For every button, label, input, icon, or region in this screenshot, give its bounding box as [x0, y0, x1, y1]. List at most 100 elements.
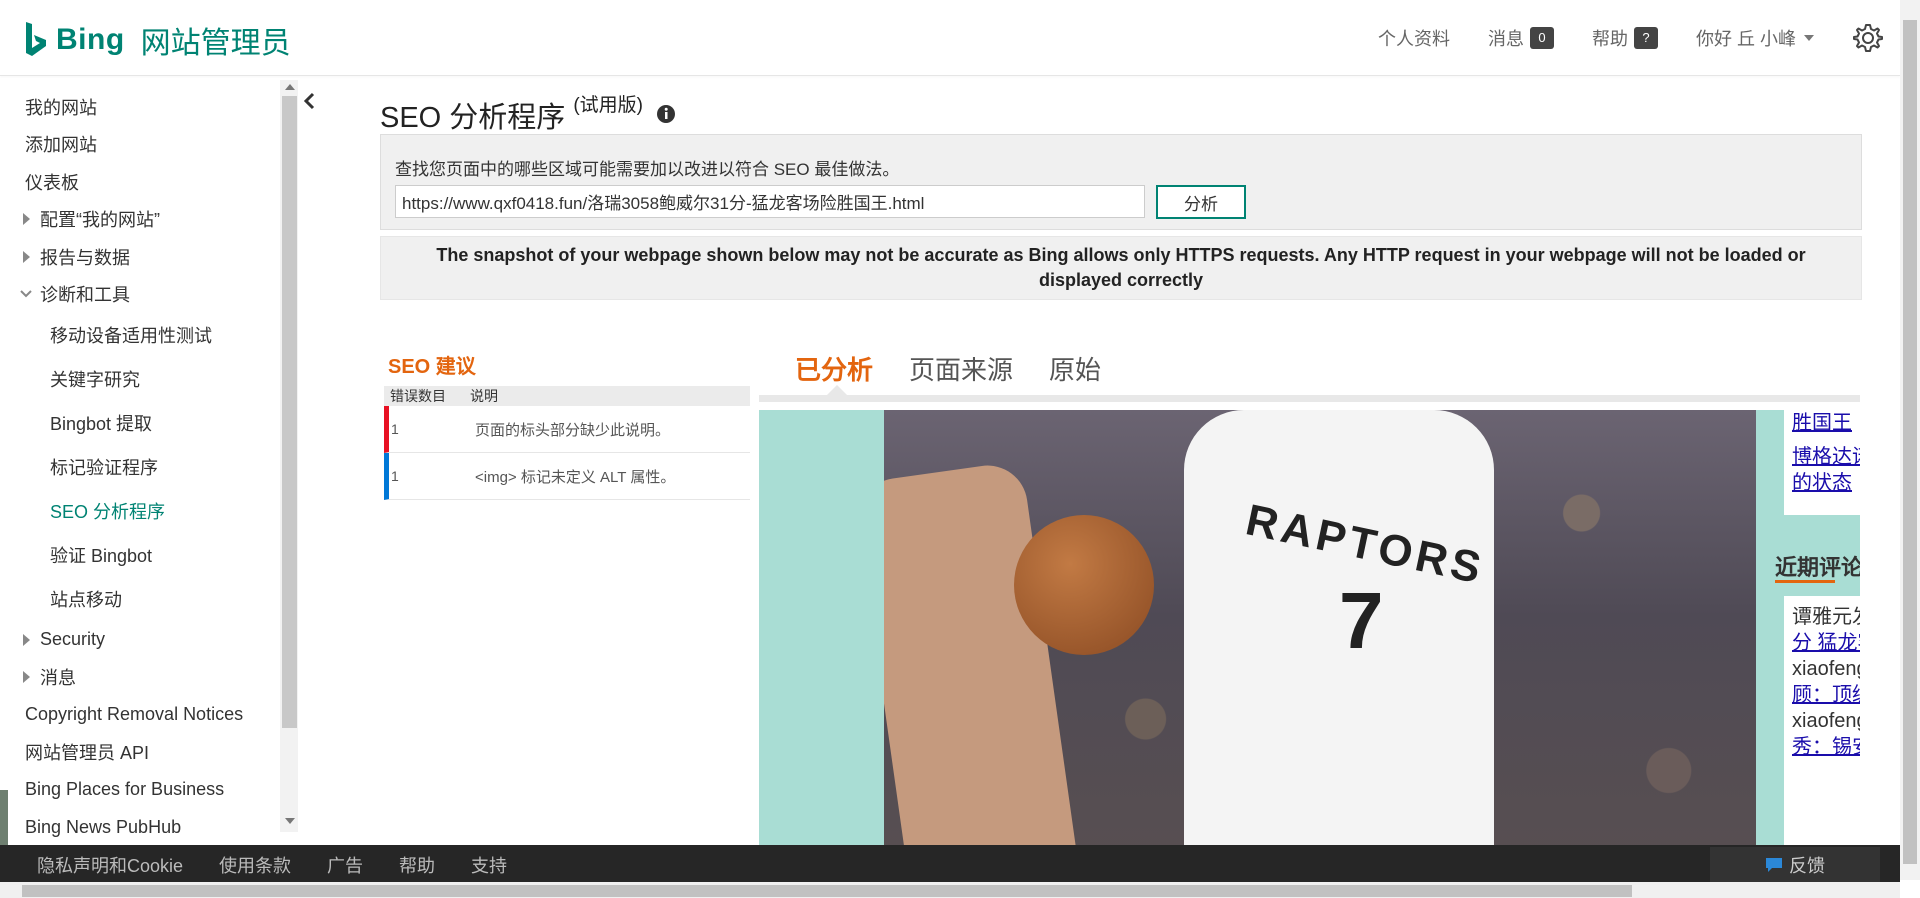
help-label: 帮助	[1591, 29, 1628, 49]
left-sidebar: 我的网站 添加网站 仪表板 配置“我的网站” 报告与数据 诊断和工具 移动设备适…	[0, 78, 300, 846]
sidebar-item-pubhub[interactable]: Bing News PubHub	[0, 809, 300, 847]
jersey-number: 7	[1339, 576, 1384, 665]
sidebar-item-dashboard[interactable]: 仪表板	[0, 163, 300, 201]
brand-name: Bing	[56, 23, 125, 56]
sidebar-item-seo-analyzer[interactable]: SEO 分析程序	[0, 489, 300, 533]
sidebar-nav: 我的网站 添加网站 仪表板 配置“我的网站” 报告与数据 诊断和工具 移动设备适…	[0, 88, 300, 846]
footer: 隐私声明和Cookie 使用条款 广告 帮助 支持 反馈	[0, 845, 1900, 885]
comment-link[interactable]: 分 猛龙客场	[1792, 630, 1860, 656]
sidebar-item-verify-bingbot[interactable]: 验证 Bingbot	[0, 533, 300, 577]
table-row[interactable]: 1 <img> 标记未定义 ALT 属性。	[384, 453, 750, 500]
product-name: 网站管理员	[140, 27, 291, 60]
preview-link[interactable]: 胜国王	[1792, 410, 1852, 436]
sidebar-item-add-site[interactable]: 添加网站	[0, 126, 300, 164]
error-count: 1	[391, 421, 399, 437]
side-indicator	[0, 790, 8, 850]
comment-author: xiaofeng发表	[1792, 710, 1860, 732]
table-header: 错误数目 说明	[384, 386, 750, 406]
gear-icon[interactable]	[1852, 22, 1884, 54]
sidebar-item-bing-places[interactable]: Bing Places for Business	[0, 771, 300, 809]
page-preview[interactable]: RAPTORS 7 胜国王 博格达诺维 的状态 近期评论 谭雅元发表在 分 猛龙…	[759, 410, 1860, 898]
profile-link[interactable]: 个人资料	[1378, 25, 1450, 51]
top-header: Bing 网站管理员 个人资料 消息 0 帮助 ? 你好 丘 小峰	[0, 0, 1900, 76]
preview-link[interactable]: 博格达诺维	[1792, 444, 1860, 470]
page-title: SEO 分析程序 (试用版)	[380, 94, 643, 136]
messages-label: 消息	[1487, 29, 1524, 49]
horizontal-scrollbar-thumb[interactable]	[22, 885, 1632, 897]
bing-webmaster-logo[interactable]: Bing 网站管理员	[24, 18, 291, 62]
footer-terms-link[interactable]: 使用条款	[219, 852, 291, 878]
analyze-panel: 查找您页面中的哪些区域可能需要加以改进以符合 SEO 最佳做法。 分析	[380, 134, 1862, 230]
sidebar-item-my-sites[interactable]: 我的网站	[0, 88, 300, 126]
messages-link[interactable]: 消息 0	[1488, 25, 1554, 51]
comment-link[interactable]: 秀：锡安-威	[1792, 734, 1860, 760]
analyze-description: 查找您页面中的哪些区域可能需要加以改进以符合 SEO 最佳做法。	[395, 160, 900, 179]
chevron-right-icon	[23, 213, 30, 226]
sidebar-item-copyright[interactable]: Copyright Removal Notices	[0, 696, 300, 734]
sidebar-item-markup-validator[interactable]: 标记验证程序	[0, 445, 300, 489]
feedback-button[interactable]: 反馈	[1710, 847, 1880, 883]
basketball	[1014, 515, 1154, 655]
help-link[interactable]: 帮助 ?	[1592, 25, 1658, 51]
top-nav: 个人资料 消息 0 帮助 ? 你好 丘 小峰	[1378, 0, 1900, 76]
title-underline	[1775, 580, 1835, 583]
table-row[interactable]: 1 页面的标头部分缺少此说明。	[384, 406, 750, 453]
sidebar-item-api[interactable]: 网站管理员 API	[0, 734, 300, 772]
url-input[interactable]	[395, 185, 1145, 218]
error-description: <img> 标记未定义 ALT 属性。	[475, 468, 676, 486]
https-notice: The snapshot of your webpage shown below…	[380, 236, 1862, 300]
chevron-right-icon	[23, 250, 30, 263]
error-description: 页面的标头部分缺少此说明。	[475, 421, 671, 439]
seo-suggestions-heading: SEO 建议	[388, 356, 476, 378]
bing-logo-icon	[26, 22, 46, 56]
sidebar-item-label: 诊断和工具	[40, 285, 130, 306]
sidebar-item-site-move[interactable]: 站点移动	[0, 577, 300, 621]
preview-link[interactable]: 的状态	[1792, 470, 1852, 496]
sidebar-item-messages[interactable]: 消息	[0, 659, 300, 697]
sidebar-item-reports[interactable]: 报告与数据	[0, 238, 300, 276]
sidebar-item-diagnostics[interactable]: 诊断和工具	[0, 276, 300, 314]
footer-privacy-link[interactable]: 隐私声明和Cookie	[37, 852, 183, 878]
comment-link[interactable]: 顾：顶级阵	[1792, 682, 1860, 708]
preview-links-box: 胜国王 博格达诺维 的状态	[1784, 410, 1860, 515]
chevron-down-icon	[20, 290, 32, 298]
sidebar-item-keyword-research[interactable]: 关键字研究	[0, 357, 300, 401]
col-error-count: 错误数目	[390, 388, 446, 404]
feedback-label: 反馈	[1789, 856, 1825, 876]
user-menu[interactable]: 你好 丘 小峰	[1696, 25, 1814, 51]
sidebar-scrollbar-thumb[interactable]	[282, 96, 297, 728]
comment-author: 谭雅元发表在	[1792, 606, 1860, 628]
analyze-button[interactable]: 分析	[1156, 185, 1246, 219]
footer-ads-link[interactable]: 广告	[327, 852, 363, 878]
sidebar-item-security[interactable]: Security	[0, 621, 300, 659]
chevron-down-icon	[1804, 35, 1814, 41]
tab-divider	[759, 395, 1860, 402]
comment-author: xiaofeng发表	[1792, 658, 1860, 680]
scroll-up-icon[interactable]	[285, 84, 295, 90]
collapse-sidebar-icon[interactable]	[302, 92, 316, 110]
tab-original[interactable]: 原始	[1049, 350, 1101, 397]
active-tab-pointer	[827, 385, 847, 395]
page-scrollbar-thumb[interactable]	[1903, 20, 1917, 864]
scroll-down-icon[interactable]	[285, 818, 295, 824]
chevron-right-icon	[23, 633, 30, 646]
sidebar-item-bingbot-fetch[interactable]: Bingbot 提取	[0, 401, 300, 445]
footer-support-link[interactable]: 支持	[471, 852, 507, 878]
seo-suggestions-table: 错误数目 说明 1 页面的标头部分缺少此说明。 1 <img> 标记未定义 AL…	[384, 386, 750, 500]
help-badge: ?	[1633, 27, 1658, 49]
sidebar-item-label: Security	[40, 629, 106, 650]
page-title-text: SEO 分析程序	[380, 102, 566, 134]
info-icon[interactable]	[656, 104, 676, 124]
sidebar-item-label: 配置“我的网站”	[40, 210, 160, 231]
sidebar-item-label: 消息	[40, 668, 76, 689]
recent-comments-title: 近期评论	[1775, 555, 1860, 580]
chevron-right-icon	[23, 671, 30, 684]
sidebar-item-configure[interactable]: 配置“我的网站”	[0, 201, 300, 239]
sidebar-item-mobile-test[interactable]: 移动设备适用性测试	[0, 313, 300, 357]
footer-help-link[interactable]: 帮助	[399, 852, 435, 878]
messages-count-badge: 0	[1529, 27, 1554, 49]
tab-page-source[interactable]: 页面来源	[909, 350, 1013, 397]
preview-photo: RAPTORS 7	[884, 410, 1756, 898]
trial-label: (试用版)	[573, 95, 643, 116]
col-description: 说明	[470, 388, 498, 404]
